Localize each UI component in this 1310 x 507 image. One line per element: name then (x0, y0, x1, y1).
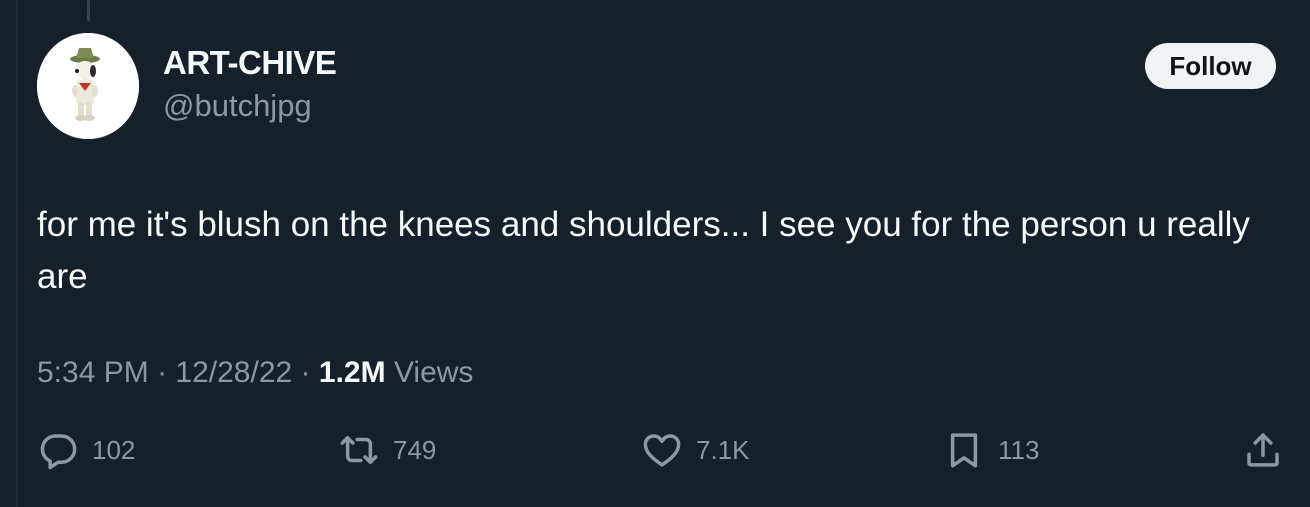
like-button[interactable]: 7.1K (641, 428, 750, 472)
bookmark-icon (950, 433, 978, 468)
tweet-meta: 5:34 PM · 12/28/22 · 1.2M Views (37, 356, 473, 390)
share-button[interactable] (1242, 428, 1284, 472)
reply-icon (40, 434, 77, 470)
meta-separator: · (300, 356, 311, 389)
tweet-text: for me it's blush on the knees and shoul… (37, 205, 1250, 296)
heart-icon (643, 434, 681, 467)
avatar[interactable] (37, 33, 139, 139)
reply-count: 102 (92, 434, 136, 465)
retweet-button[interactable]: 749 (338, 428, 436, 472)
author-handle[interactable]: @butchjpg (163, 88, 312, 124)
follow-button[interactable]: Follow (1145, 43, 1276, 89)
tweet-time[interactable]: 5:34 PM (37, 356, 149, 389)
author-display-name[interactable]: ART-CHIVE (163, 44, 337, 82)
retweet-count: 749 (393, 434, 437, 465)
like-count: 7.1K (696, 434, 750, 465)
share-icon (1247, 433, 1279, 467)
retweet-icon (340, 436, 378, 464)
tweet-date[interactable]: 12/28/22 (175, 356, 292, 389)
meta-separator: · (157, 356, 168, 389)
thread-connector-line (87, 0, 90, 21)
snoopy-scout-figurine-icon (37, 33, 139, 139)
bookmark-button[interactable]: 113 (943, 428, 1039, 472)
bookmark-count: 113 (998, 434, 1040, 465)
timeline-border (16, 0, 18, 507)
views-label: Views (393, 356, 474, 389)
reply-button[interactable]: 102 (37, 428, 135, 472)
views-count: 1.2M (318, 356, 386, 389)
